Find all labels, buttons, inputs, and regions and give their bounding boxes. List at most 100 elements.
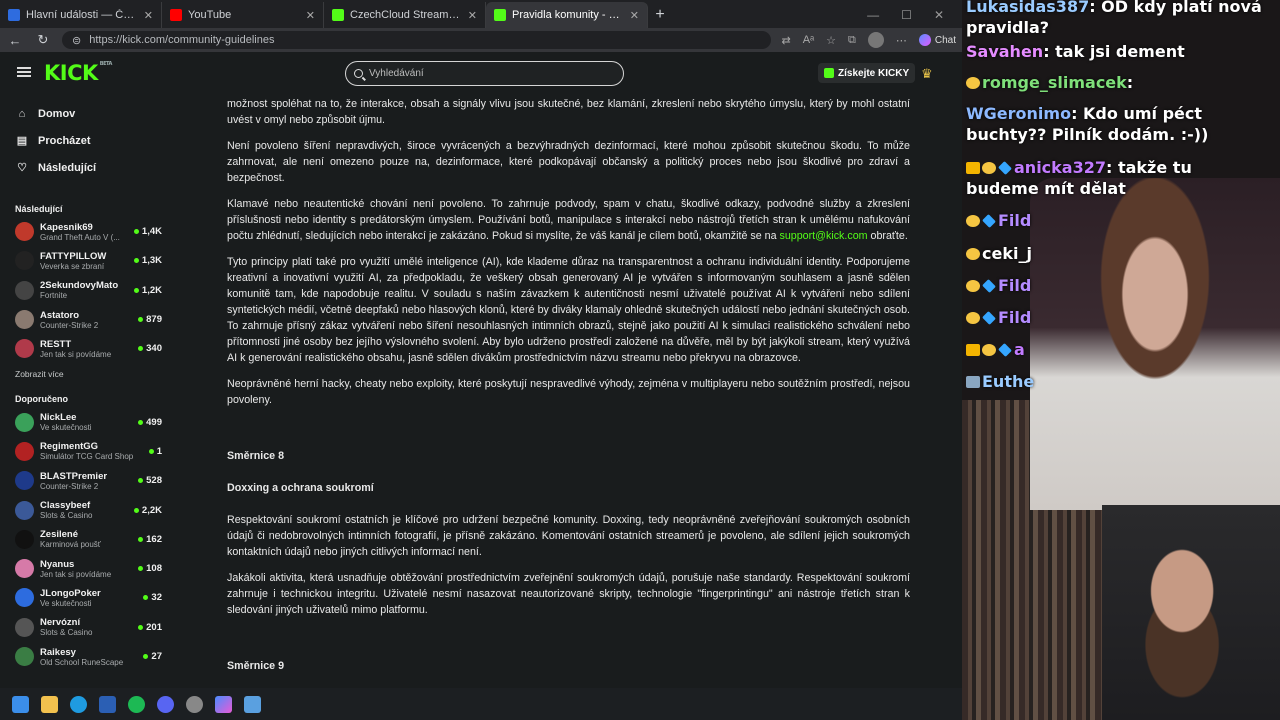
sidebar: ⌂ Domov ▤ Procházet ♡ Následující Násled… — [0, 94, 166, 688]
chat-username[interactable]: a — [1014, 340, 1025, 359]
more-icon[interactable]: ⋯ — [896, 34, 907, 47]
address-bar-icons: ⇄ Aᵃ ☆ ⧉ ⋯ Chat — [781, 32, 956, 48]
gem-badge-icon — [998, 343, 1012, 357]
steam-icon[interactable] — [186, 695, 203, 713]
close-icon[interactable]: ✕ — [306, 9, 315, 22]
channel-text: RegimentGG Simulátor TCG Card Shop — [40, 441, 143, 461]
sidebar-channel-nyanus[interactable]: Nyanus Jen tak si povídáme 108 — [0, 554, 166, 583]
sidebar-channel-blastpremier[interactable]: BLASTPremier Counter-Strike 2 528 — [0, 466, 166, 495]
trophy-icon[interactable]: ♛ — [921, 66, 933, 82]
sidebar-channel-raikesy[interactable]: Raikesy Old School RuneScape 27 — [0, 642, 166, 671]
edge-browser-icon[interactable] — [70, 695, 87, 713]
windows-start-icon[interactable] — [12, 695, 29, 713]
paragraph: Není povoleno šíření nepravdivých, široc… — [227, 140, 910, 184]
channel-category: Karminová poušť — [40, 540, 101, 550]
minimize-icon[interactable]: — — [867, 8, 879, 22]
notepad-icon[interactable] — [244, 695, 261, 713]
chat-username[interactable]: Fild — [998, 308, 1031, 327]
viewer-count: 499 — [138, 417, 162, 428]
copilot-app-icon[interactable] — [215, 695, 232, 713]
extensions-icon[interactable]: ⧉ — [848, 34, 856, 47]
favorite-star-icon[interactable]: ☆ — [826, 34, 836, 47]
chat-username[interactable]: anicka327 — [1014, 158, 1106, 177]
chat-message: a — [966, 339, 1266, 360]
sidebar-channel-classybeef[interactable]: Classybeef Slots & Casino 2,2K — [0, 495, 166, 524]
viewer-number: 108 — [146, 563, 162, 575]
chat-username[interactable]: Fild — [998, 211, 1031, 230]
search-input[interactable] — [369, 68, 609, 79]
close-window-icon[interactable]: ✕ — [934, 8, 944, 22]
chat-username[interactable]: romge_slimacek — [982, 73, 1127, 92]
support-email-link[interactable]: support@kick.com — [780, 230, 868, 242]
sidebar-channel-jlongopoker[interactable]: JLongoPoker Ve skutečnosti 32 — [0, 583, 166, 612]
back-arrow-icon[interactable]: ← — [6, 33, 24, 48]
app-icon[interactable] — [99, 695, 116, 713]
show-more-link[interactable]: Zobrazit více — [0, 363, 166, 385]
section-heading: Směrnice 9 — [227, 660, 285, 672]
file-explorer-icon[interactable] — [41, 695, 58, 713]
chat-username[interactable]: WGeronimo — [966, 104, 1071, 123]
channel-name: Nyanus — [40, 558, 75, 570]
live-dot-icon — [133, 287, 139, 293]
search-box[interactable] — [345, 61, 624, 86]
site-info-icon[interactable]: ⊜ — [72, 34, 81, 47]
tab-title: CzechCloud Stream - Watch Live o — [350, 9, 462, 21]
avatar — [15, 280, 34, 300]
reload-icon[interactable]: ↻ — [34, 32, 52, 48]
live-dot-icon — [143, 654, 149, 659]
viewer-count: 528 — [138, 475, 162, 486]
sidebar-nav-browse[interactable]: ▤ Procházet — [0, 127, 166, 154]
profile-avatar[interactable] — [867, 32, 884, 48]
sidebar-channel-nerv-zn-[interactable]: Nervózní Slots & Casino 201 — [0, 613, 166, 642]
kick-header: KICKBETA Získejte KICKY — [0, 52, 962, 94]
sidebar-channel-restt[interactable]: RESTT Jen tak si povídáme 340 — [0, 334, 166, 363]
chat-username[interactable]: Lukasidas387 — [966, 0, 1089, 16]
hand-badge-icon — [966, 312, 980, 324]
chat-message: Savahen: tak jsi dement — [966, 41, 1266, 62]
read-aloud-icon[interactable]: Aᵃ — [803, 34, 814, 46]
browser-tab-pravidla[interactable]: Pravidla komunity - Kick Streaming ✕ — [486, 2, 648, 28]
viewer-count: 1 — [148, 446, 162, 457]
hand-badge-icon — [982, 162, 996, 174]
sidebar-channel-fattypillow[interactable]: FATTYPILLOW Veverka se zbraní 1,3K — [0, 246, 166, 275]
get-kicks-button[interactable]: Získejte KICKY — [818, 63, 916, 83]
channel-text: Raikesy Old School RuneScape — [40, 647, 137, 667]
viewer-count: 1,2K — [133, 285, 162, 296]
menu-hamburger-icon[interactable] — [17, 67, 31, 77]
chat-username[interactable]: Fild — [998, 276, 1031, 295]
viewer-number: 162 — [146, 533, 162, 545]
chat-username[interactable]: ceki_j — [982, 244, 1032, 263]
sidebar-channel-regimentgg[interactable]: RegimentGG Simulátor TCG Card Shop 1 — [0, 437, 166, 466]
new-tab-button[interactable]: + — [648, 2, 672, 28]
viewer-count: 879 — [138, 314, 162, 325]
close-icon[interactable]: ✕ — [630, 9, 639, 22]
discord-icon[interactable] — [157, 695, 174, 713]
channel-category: Old School RuneScape — [40, 657, 124, 667]
translate-icon[interactable]: ⇄ — [781, 34, 790, 47]
chat-username[interactable]: Euthe — [982, 372, 1034, 391]
channel-name: Kapesnik69 — [40, 221, 93, 233]
avatar — [15, 222, 34, 242]
close-icon[interactable]: ✕ — [468, 9, 477, 22]
youtube-icon — [170, 9, 182, 21]
copilot-chat-button[interactable]: Chat — [918, 34, 956, 46]
channel-text: RESTT Jen tak si povídáme — [40, 339, 132, 359]
sidebar-channel-2sekundovymato[interactable]: 2SekundovyMato Fortnite 1,2K — [0, 276, 166, 305]
maximize-icon[interactable]: ☐ — [901, 8, 912, 22]
avatar — [15, 251, 34, 271]
sidebar-channel-kapesnik69[interactable]: Kapesnik69 Grand Theft Auto V (... 1,4K — [0, 217, 166, 246]
browser-tab-czechcloud[interactable]: CzechCloud Stream - Watch Live o ✕ — [324, 2, 486, 28]
spotify-icon[interactable] — [128, 695, 145, 713]
chat-username[interactable]: Savahen — [966, 42, 1043, 61]
kick-logo[interactable]: KICK BETA — [44, 61, 112, 85]
sidebar-channel-zesilen-[interactable]: Zesilené Karminová poušť 162 — [0, 525, 166, 554]
sidebar-nav-home[interactable]: ⌂ Domov — [0, 100, 166, 127]
url-field[interactable]: ⊜ https://kick.com/community-guidelines — [62, 31, 772, 49]
browser-tab-youtube[interactable]: YouTube ✕ — [162, 2, 324, 28]
sidebar-channel-astatoro[interactable]: Astatoro Counter-Strike 2 879 — [0, 305, 166, 334]
sidebar-channel-nicklee[interactable]: NickLee Ve skutečnosti 499 — [0, 407, 166, 436]
sidebar-nav-following[interactable]: ♡ Následující — [0, 154, 166, 181]
section-subheading: Doxxing a ochrana soukromí — [227, 482, 374, 494]
browser-tab-ct24[interactable]: Hlavní události — ČT24 — Česká t ✕ — [0, 2, 162, 28]
close-icon[interactable]: ✕ — [144, 9, 153, 22]
